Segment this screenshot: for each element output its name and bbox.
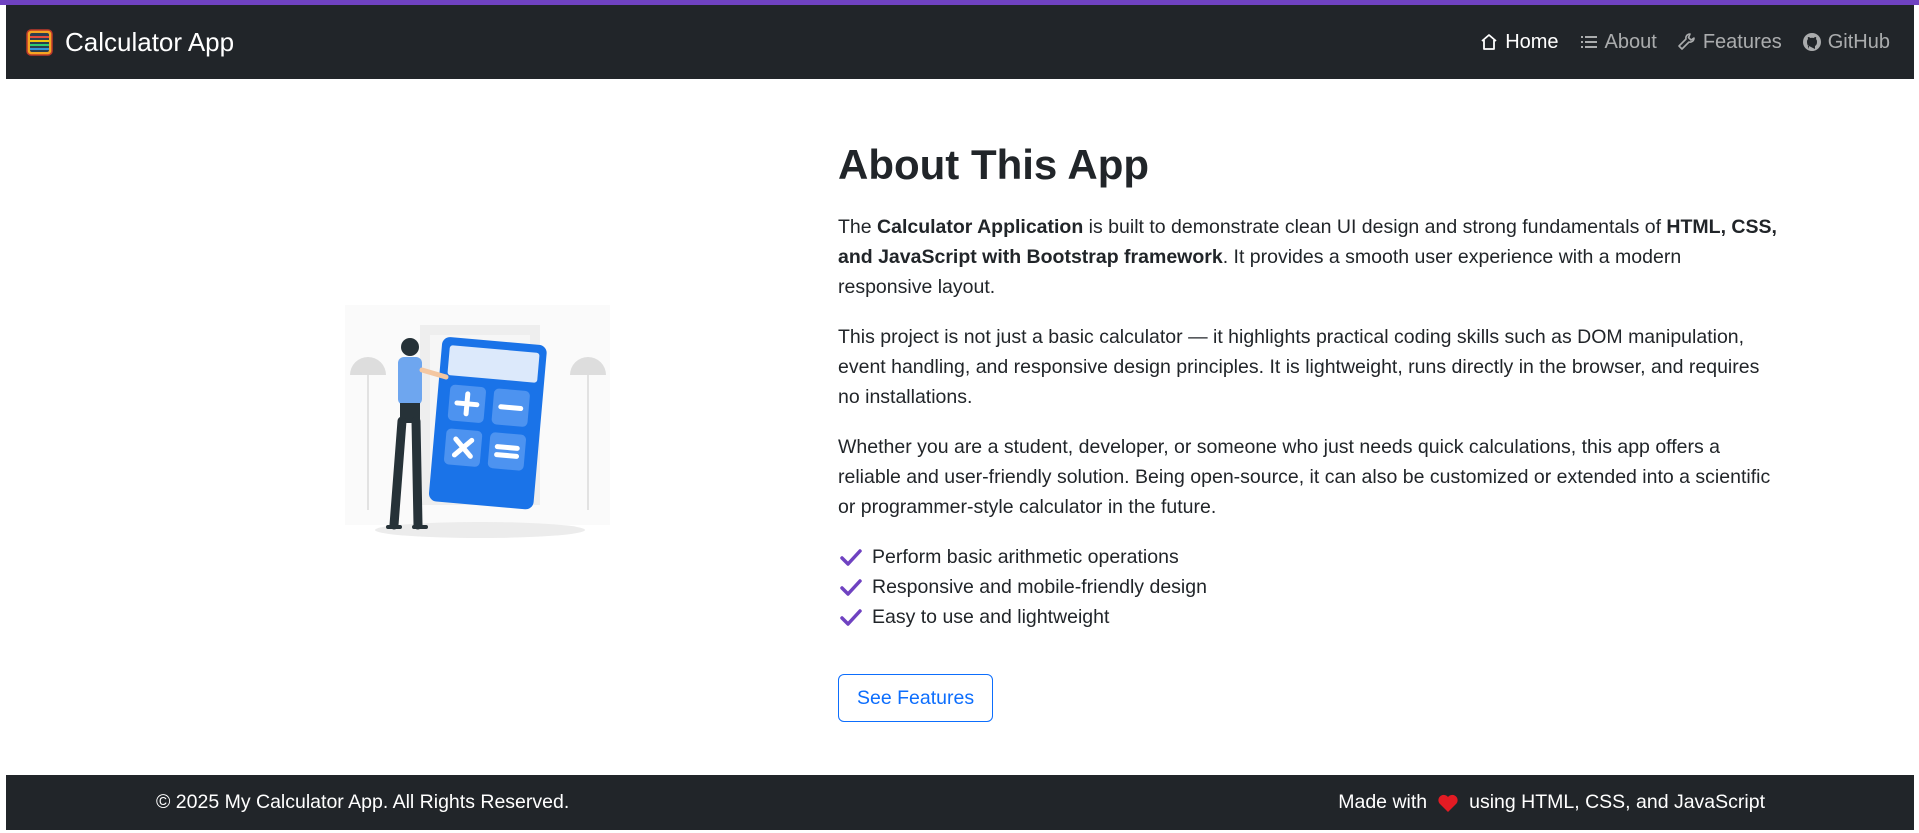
list-item: Perform basic arithmetic operations [838,542,1778,572]
feature-label: Easy to use and lightweight [872,606,1110,628]
made-with-prefix: Made with [1338,791,1428,813]
intro-text-1: The [838,216,878,238]
copyright-text: © 2025 My Calculator App. All Rights Res… [156,791,570,813]
github-icon [1802,33,1821,51]
intro-paragraph: The Calculator Application is built to d… [838,212,1778,302]
made-with-suffix: using HTML, CSS, and JavaScript [1469,791,1765,813]
nav-home-label: Home [1505,30,1559,53]
nav-links: Home About Features GitHub [1459,5,1890,79]
nav-about[interactable]: About [1579,31,1657,54]
intro-bold-1: Calculator Application [877,216,1084,238]
list-item: Responsive and mobile-friendly design [838,572,1778,602]
about-section: About This App The Calculator Applicatio… [838,138,1778,722]
brand-name: Calculator App [65,26,235,57]
nav-github[interactable]: GitHub [1802,31,1890,54]
nav-github-label: GitHub [1827,30,1890,53]
intro-text-2: is built to demonstrate clean UI design … [1083,216,1667,238]
nav-features-label: Features [1702,30,1782,53]
made-with-text: Made with using HTML, CSS, and JavaScrip… [1338,775,1765,830]
footer: © 2025 My Calculator App. All Rights Res… [6,775,1914,830]
list-item: Easy to use and lightweight [838,602,1778,632]
check-icon [840,579,862,596]
nav-features[interactable]: Features [1677,31,1782,54]
navbar: Calculator App Home About Features GitHu… [6,5,1914,79]
feature-label: Responsive and mobile-friendly design [872,576,1207,598]
audience-paragraph: Whether you are a student, developer, or… [838,436,1771,518]
heart-icon [1438,794,1458,812]
calculator-illustration [345,305,610,538]
list-icon [1580,36,1597,48]
abacus-icon [26,28,53,56]
brand-link[interactable]: Calculator App [26,5,234,79]
wrench-icon [1678,33,1695,50]
check-icon [840,549,862,566]
check-icon [840,609,862,626]
feature-label: Perform basic arithmetic operations [872,546,1179,568]
nav-home[interactable]: Home [1479,30,1559,54]
left-frame [0,5,5,775]
nav-about-label: About [1604,30,1657,53]
see-features-button[interactable]: See Features [838,674,994,722]
feature-list: Perform basic arithmetic operations Resp… [838,542,1778,632]
page-title: About This App [838,141,1150,188]
skills-paragraph: This project is not just a basic calcula… [838,326,1760,408]
house-icon [1481,34,1497,50]
